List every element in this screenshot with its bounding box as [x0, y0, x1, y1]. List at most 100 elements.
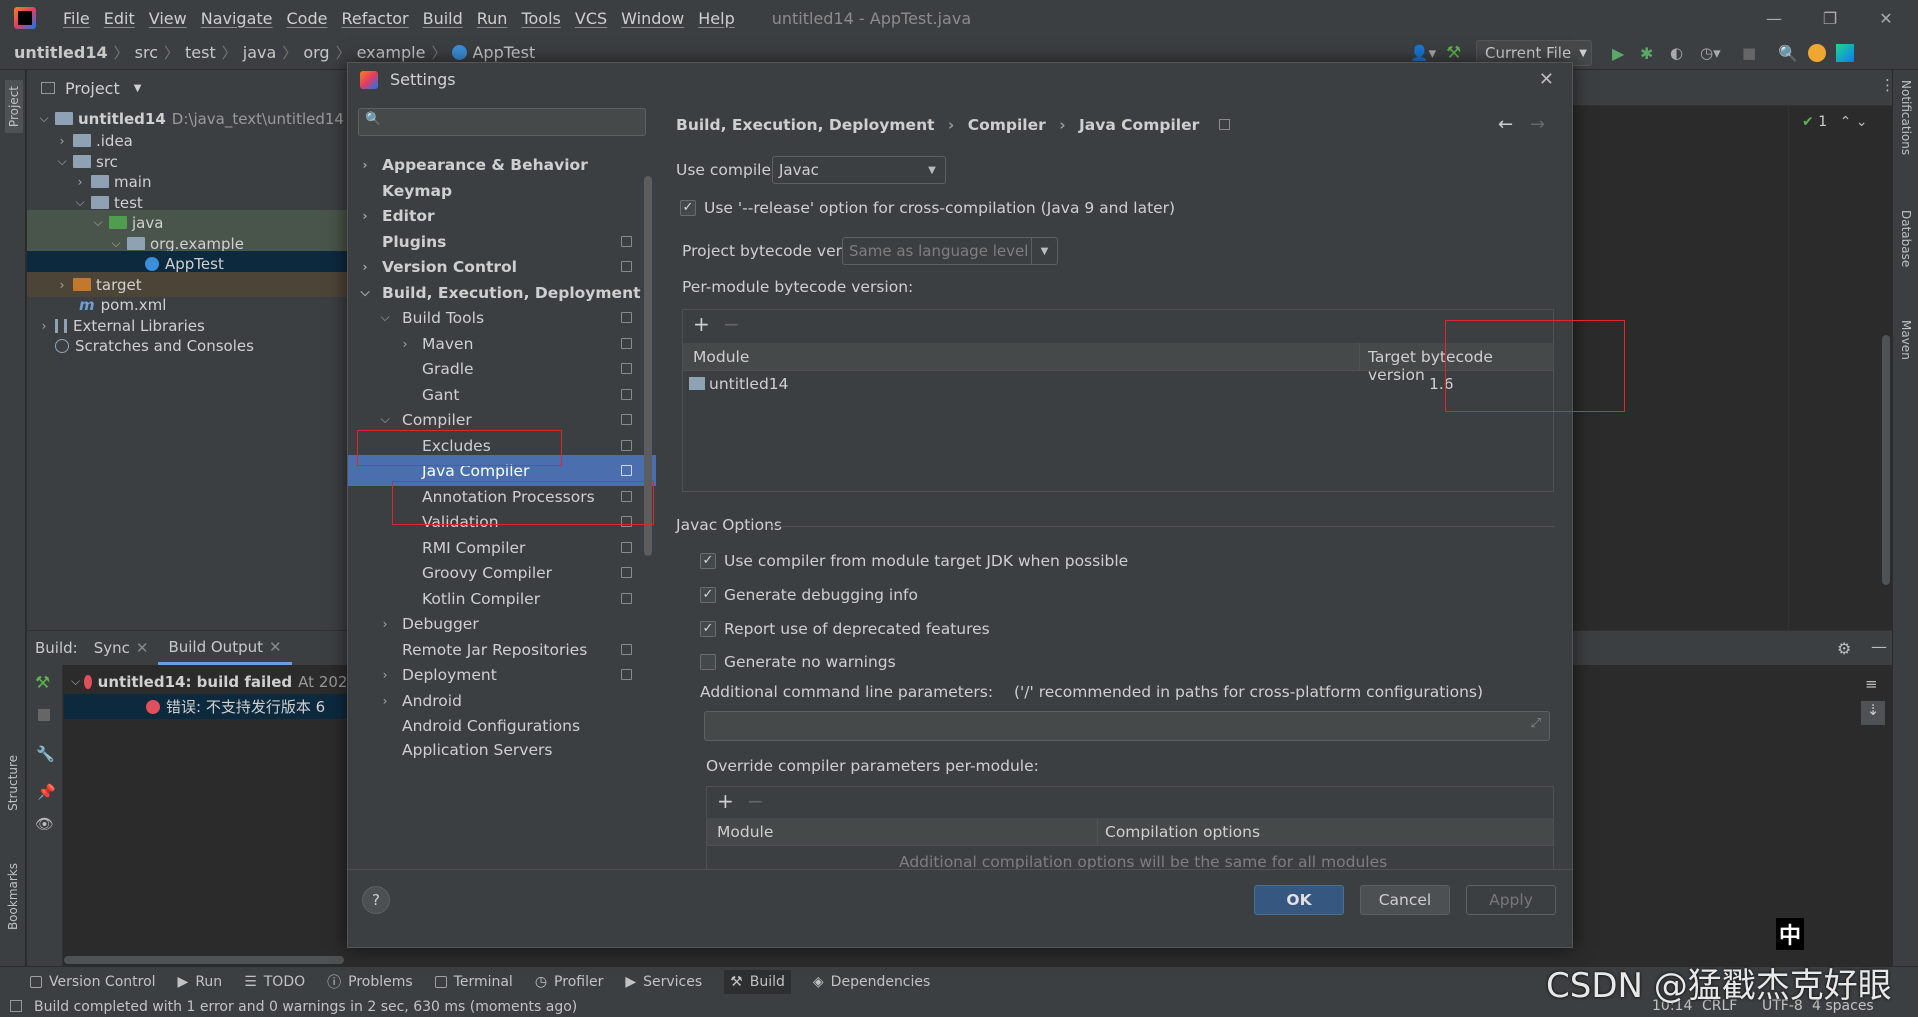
- build-failed-row[interactable]: ⌵ untitled14: build failed At 2024: [71, 669, 357, 694]
- project-panel-title[interactable]: Project: [65, 79, 120, 98]
- debug-icon[interactable]: ✱: [1640, 44, 1670, 63]
- maven-tool-button[interactable]: Maven: [1899, 320, 1913, 360]
- help-icon[interactable]: ?: [362, 886, 390, 914]
- error-row[interactable]: 错误: 不支持发行版本 6: [64, 694, 357, 719]
- tab-sync[interactable]: Sync ✕: [84, 631, 159, 665]
- remove-module-button[interactable]: −: [723, 312, 740, 336]
- tool-build[interactable]: ⚒ Build: [724, 969, 791, 994]
- notifications-tool-button[interactable]: Notifications: [1899, 80, 1913, 155]
- tab-build-output[interactable]: Build Output ✕: [158, 631, 292, 665]
- close-window-icon[interactable]: ✕: [1858, 0, 1914, 36]
- tool-run[interactable]: ▶ Run: [178, 974, 223, 990]
- rebuild-icon[interactable]: ⚒: [35, 673, 50, 693]
- project-bytecode-select[interactable]: Same as language level ▼: [842, 237, 1058, 265]
- crumb-build-execution[interactable]: Build, Execution, Deployment: [676, 116, 935, 134]
- deprecated-checkbox[interactable]: ✓: [700, 621, 716, 637]
- no-warnings-checkbox[interactable]: [700, 654, 716, 670]
- restore-icon[interactable]: ❐: [1802, 0, 1858, 36]
- apply-button[interactable]: Apply: [1466, 885, 1556, 915]
- menu-help[interactable]: Help: [691, 9, 741, 28]
- tool-terminal[interactable]: Terminal: [434, 974, 513, 990]
- crumb-org[interactable]: org: [303, 43, 329, 62]
- menu-vcs[interactable]: VCS: [568, 9, 614, 28]
- crumb-compiler[interactable]: Compiler: [968, 116, 1046, 134]
- crumb-java[interactable]: java: [243, 43, 277, 62]
- tool-profiler[interactable]: ◷ Profiler: [535, 974, 604, 990]
- eye-icon[interactable]: 👁: [35, 815, 54, 833]
- crumb-src[interactable]: src: [135, 43, 158, 62]
- menu-refactor[interactable]: Refactor: [334, 9, 415, 28]
- tool-todo[interactable]: ☰ TODO: [244, 974, 305, 990]
- project-tool-button[interactable]: Project: [5, 80, 23, 134]
- jetbrains-icon[interactable]: [1836, 44, 1854, 62]
- build-tool-window: Build: Sync ✕ Build Output ✕ ⚒ 🔧 📌 👁 ⌵ unt…: [27, 630, 357, 978]
- update-icon[interactable]: [1808, 44, 1826, 62]
- additional-params-input[interactable]: ⤢: [704, 711, 1550, 741]
- menu-build[interactable]: Build: [416, 9, 470, 28]
- add-module-button[interactable]: +: [693, 312, 710, 336]
- forward-arrow-icon[interactable]: →: [1530, 114, 1545, 135]
- status-toggle-icon[interactable]: [10, 1000, 22, 1012]
- profile-icon[interactable]: ◷▾: [1700, 44, 1742, 62]
- settings-search-input[interactable]: 🔍: [358, 108, 646, 136]
- menu-edit[interactable]: Edit: [97, 9, 142, 28]
- tree-scratches[interactable]: Scratches and Consoles: [27, 333, 357, 358]
- structure-tool-button[interactable]: Structure: [6, 755, 20, 811]
- search-everywhere-icon[interactable]: 🔍: [1778, 44, 1808, 63]
- tool-dependencies[interactable]: ◈ Dependencies: [813, 974, 930, 990]
- minimize-icon[interactable]: —: [1746, 0, 1802, 36]
- status-message[interactable]: Build completed with 1 error and 0 warni…: [34, 999, 577, 1015]
- scroll-to-end-icon[interactable]: ⇣: [1861, 701, 1885, 725]
- release-option-checkbox[interactable]: ✓: [680, 200, 696, 216]
- menu-run[interactable]: Run: [470, 9, 515, 28]
- cancel-button[interactable]: Cancel: [1360, 885, 1450, 915]
- user-icon[interactable]: 👤▾: [1410, 44, 1446, 62]
- editor-scrollbar[interactable]: [1882, 335, 1890, 585]
- tool-problems[interactable]: ⓘ Problems: [327, 972, 413, 992]
- stop-build-icon[interactable]: [38, 709, 50, 721]
- nav-appearance-label: Appearance & Behavior: [382, 155, 588, 174]
- tool-build-label: Build: [749, 973, 785, 990]
- menu-tools[interactable]: Tools: [514, 9, 567, 28]
- bookmarks-tool-button[interactable]: Bookmarks: [6, 863, 20, 930]
- menu-view[interactable]: View: [142, 9, 194, 28]
- debug-info-checkbox[interactable]: ✓: [700, 587, 716, 603]
- crumb-project[interactable]: untitled14: [14, 43, 108, 62]
- remove-override-button[interactable]: −: [747, 789, 764, 813]
- menu-window[interactable]: Window: [614, 9, 691, 28]
- soft-wrap-icon[interactable]: ≡: [1865, 675, 1878, 693]
- module-jdk-checkbox[interactable]: ✓: [700, 553, 716, 569]
- add-override-button[interactable]: +: [717, 789, 734, 813]
- database-tool-button[interactable]: Database: [1899, 210, 1913, 267]
- tool-services[interactable]: ▶ Services: [625, 974, 702, 990]
- build-failed-text: untitled14: build failed: [97, 672, 293, 691]
- wrench-icon[interactable]: 🔧: [36, 745, 55, 763]
- use-compiler-select[interactable]: Javac ▼: [772, 156, 946, 184]
- settings-gear-icon[interactable]: ⚙: [1837, 639, 1851, 658]
- inspection-ok-icon[interactable]: ✔ 1 ⌃ ⌄: [1802, 114, 1867, 130]
- dialog-close-icon[interactable]: ✕: [1539, 69, 1554, 90]
- error-icon: [84, 674, 92, 689]
- run-icon[interactable]: ▶: [1612, 44, 1640, 63]
- ok-button[interactable]: OK: [1254, 885, 1344, 915]
- table-row[interactable]: untitled14 1.6: [683, 372, 1553, 398]
- more-tabs-icon[interactable]: ⋮: [1880, 76, 1895, 94]
- tool-version-control[interactable]: Version Control: [30, 974, 156, 990]
- menu-code[interactable]: Code: [280, 9, 335, 28]
- crumb-test[interactable]: test: [185, 43, 216, 62]
- hide-panel-icon[interactable]: —: [1871, 637, 1887, 656]
- coverage-icon[interactable]: ◐: [1670, 44, 1700, 62]
- menu-navigate[interactable]: Navigate: [194, 9, 280, 28]
- tool-version-control-label: Version Control: [49, 973, 156, 990]
- crumb-apptest[interactable]: AppTest: [472, 43, 535, 62]
- stop-icon[interactable]: ■: [1742, 44, 1778, 62]
- expand-icon[interactable]: ⤢: [1531, 716, 1541, 731]
- nav-application-servers[interactable]: Application Servers: [348, 736, 656, 760]
- build-hscrollbar[interactable]: [64, 956, 344, 964]
- pin-icon[interactable]: 📌: [37, 783, 56, 801]
- idea-label: .idea: [96, 131, 133, 150]
- crumb-example[interactable]: example: [357, 43, 426, 62]
- menu-file[interactable]: File: [56, 9, 97, 28]
- back-arrow-icon[interactable]: ←: [1498, 114, 1513, 135]
- build-hammer-icon[interactable]: ⚒: [1446, 43, 1476, 63]
